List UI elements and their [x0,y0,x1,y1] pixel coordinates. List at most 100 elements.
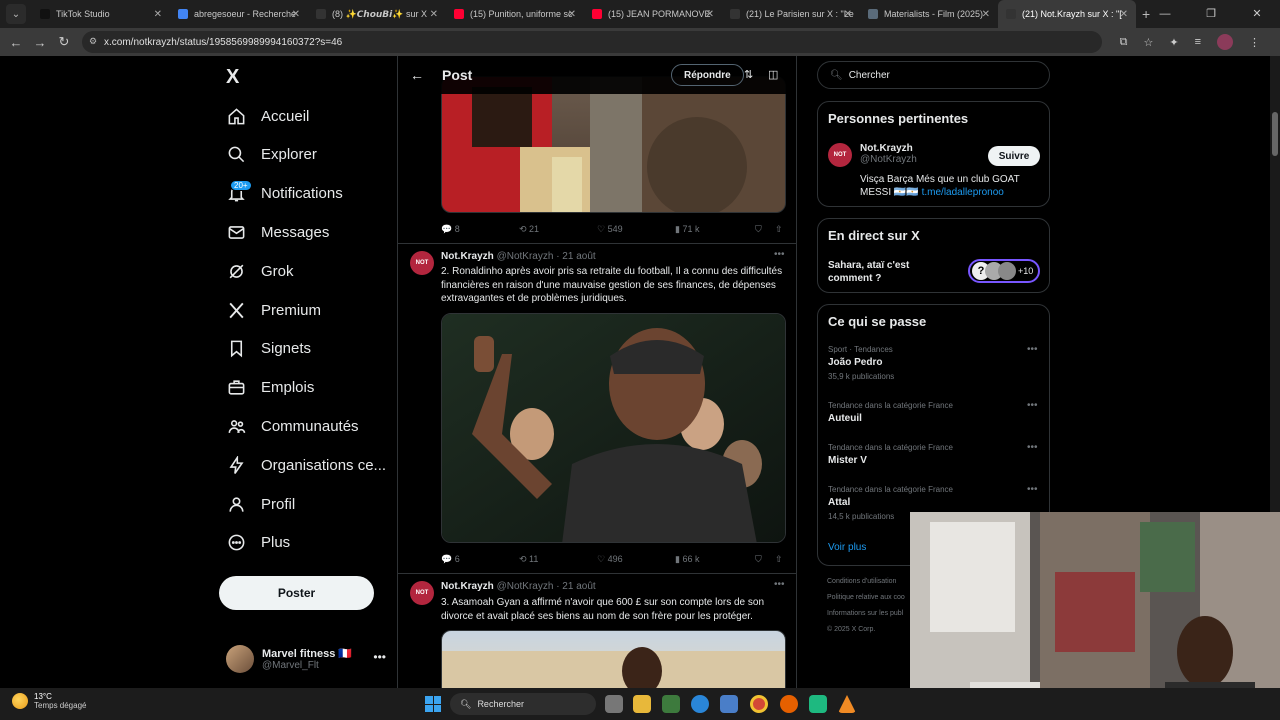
sidebar-item-notifications[interactable]: 20+ Notifications [226,179,343,209]
tweet-date[interactable]: · 21 août [556,251,595,262]
weather-widget[interactable]: 13°C Temps dégagé [12,692,86,710]
views-action[interactable]: ▮ 71 k [675,224,699,235]
views-action[interactable]: ▮ 66 k [675,554,699,565]
footer-link[interactable]: Informations sur les publ [827,606,905,622]
close-tab-icon[interactable]: ✕ [568,9,576,20]
author-handle[interactable]: @NotKrayzh [497,581,554,592]
footer-link[interactable]: Conditions d'utilisation [827,574,905,590]
install-icon[interactable]: ⧉ [1120,36,1128,49]
follow-button[interactable]: Suivre [988,146,1040,166]
reply-action[interactable]: 💬 8 [441,224,460,235]
post-button[interactable]: Poster [219,576,374,610]
footer-link[interactable]: Politique relative aux coo [827,590,905,606]
sidebar-item-plus[interactable]: Plus [226,528,290,558]
close-tab-icon[interactable]: ✕ [154,9,162,20]
filter-icon[interactable]: ⇅ [744,68,753,81]
taskbar-search[interactable]: 🔍︎ Rechercher [450,693,596,715]
star-icon[interactable]: ☆ [1143,36,1153,49]
app-icon[interactable] [809,695,827,713]
live-space-pill[interactable]: ? +10 [968,259,1040,283]
more-dots-icon[interactable]: ••• [1027,484,1038,495]
author-name[interactable]: Not.Krayzh [441,251,494,262]
browser-tab[interactable]: TikTok Studio ✕ [32,0,170,28]
close-window-button[interactable]: ✕ [1234,0,1280,28]
close-tab-icon[interactable]: ✕ [982,9,990,20]
share-action[interactable]: ⇧ [775,554,783,565]
repost-action[interactable]: ⟲ 21 [519,224,539,235]
forward-button[interactable]: → [28,35,52,50]
avatar[interactable]: NOT [410,581,434,605]
browser-tab[interactable]: (8) ✨𝘾𝙝𝙤𝙪𝘽𝙞✨ sur X ✕ [308,0,446,28]
bookmark-action[interactable]: ⛉ [755,554,762,565]
tweet-date[interactable]: · 21 août [556,581,595,592]
browser-tab[interactable]: Materialists - Film (2025) ✕ [860,0,998,28]
url-field[interactable]: ⚙ x.com/notkrayzh/status/195856998999416… [82,31,1102,53]
browser-tab[interactable]: (21) Not.Krayzh sur X : "[✕ [998,0,1136,28]
sidebar-item-emplois[interactable]: Emplois [226,373,314,403]
scrollbar-thumb[interactable] [1272,112,1278,156]
edge-icon[interactable] [691,695,709,713]
chrome-icon[interactable] [750,695,768,713]
author-name[interactable]: Not.Krayzh [441,581,494,592]
sidebar-item-premium[interactable]: Premium [226,295,321,325]
sidebar-item-messages[interactable]: Messages [226,217,329,247]
reader-icon[interactable]: ◫ [768,68,778,81]
tweet-image[interactable] [441,76,786,213]
sidebar-item-explorer[interactable]: Explorer [226,140,317,170]
close-tab-icon[interactable]: ✕ [706,9,714,20]
nvidia-icon[interactable] [662,695,680,713]
close-tab-icon[interactable]: ✕ [430,9,438,20]
extensions-icon[interactable]: ✦ [1169,36,1178,49]
browser-tab[interactable]: (15) Punition, uniforme sc ✕ [446,0,584,28]
sidebar-item-communautés[interactable]: Communautés [226,411,359,441]
close-tab-icon[interactable]: ✕ [292,9,300,20]
more-dots-icon[interactable]: ••• [774,579,785,590]
like-action[interactable]: ♡ 496 [597,554,623,565]
person-handle[interactable]: @NotKrayzh [860,154,917,165]
tab-search-button[interactable]: ⌄ [6,4,26,24]
more-dots-icon[interactable]: ••• [1027,442,1038,453]
store-icon[interactable] [720,695,738,713]
repost-action[interactable]: ⟲ 11 [519,554,538,565]
share-action[interactable]: ⇧ [775,224,783,235]
minimize-button[interactable]: — [1142,0,1188,28]
author-handle[interactable]: @NotKrayzh [497,251,554,262]
tweet-image[interactable] [441,630,786,688]
sidebar-item-accueil[interactable]: Accueil [226,101,309,131]
maximize-button[interactable]: ❐ [1188,0,1234,28]
account-switcher[interactable]: Marvel fitness 🇫🇷 @Marvel_Flt ••• [226,644,386,674]
media-icon[interactable]: ≡ [1195,36,1201,48]
like-action[interactable]: ♡ 549 [597,224,623,235]
sidebar-item-signets[interactable]: Signets [226,334,311,364]
bio-link[interactable]: t.me/ladallepronoo [922,187,1004,198]
browser-tab[interactable]: (21) Le Parisien sur X : "Le ✕ [722,0,860,28]
browser-tab[interactable]: abregesoeur - Recherche ✕ [170,0,308,28]
back-arrow-icon[interactable]: ← [410,67,424,83]
browser-tab[interactable]: (15) JEAN PORMANOVE ✕ [584,0,722,28]
close-tab-icon[interactable]: ✕ [844,9,852,20]
reply-button[interactable]: Répondre [671,64,744,86]
firefox-icon[interactable] [780,695,798,713]
more-dots-icon[interactable]: ••• [1027,344,1038,355]
avatar[interactable]: NOT [828,143,852,167]
close-tab-icon[interactable]: ✕ [1120,9,1128,20]
more-dots-icon[interactable]: ••• [1027,400,1038,411]
sidebar-item-profil[interactable]: Profil [226,489,295,519]
site-info-icon[interactable]: ⚙ [89,36,99,46]
sidebar-item-organisations-ce[interactable]: Organisations ce... [226,450,386,480]
x-logo-icon[interactable]: X [226,66,239,89]
file-explorer-icon[interactable] [633,695,651,713]
bookmark-action[interactable]: ⛉ [755,224,762,235]
tweet-image[interactable] [441,313,786,543]
more-dots-icon[interactable]: ••• [373,650,386,664]
more-dots-icon[interactable]: ••• [774,249,785,260]
back-button[interactable]: ← [4,35,28,50]
search-input[interactable]: 🔍︎ Chercher [817,61,1050,89]
profile-avatar[interactable] [1217,34,1233,50]
vlc-icon[interactable] [838,695,856,713]
person-name[interactable]: Not.Krayzh [860,143,917,154]
task-view-icon[interactable] [605,695,623,713]
windows-start-icon[interactable] [425,696,441,712]
live-space-title[interactable]: Sahara, ataï c'est comment ? [828,259,948,285]
see-more-link[interactable]: Voir plus [828,542,866,553]
